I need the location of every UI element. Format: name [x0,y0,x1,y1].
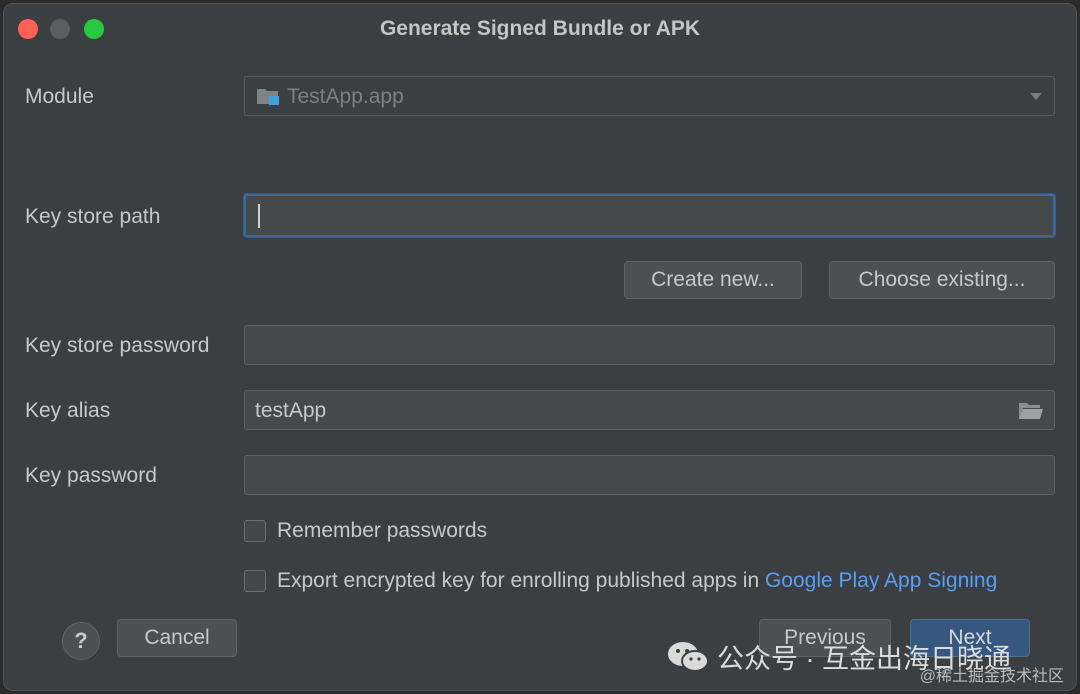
key-password-input[interactable] [244,455,1055,495]
cancel-button[interactable]: Cancel [117,619,237,657]
google-play-app-signing-link[interactable]: Google Play App Signing [765,569,997,592]
export-key-label[interactable]: Export encrypted key for enrolling publi… [277,569,997,593]
module-folder-icon [257,89,279,105]
key-alias-input[interactable]: testApp [244,390,1055,430]
help-button[interactable]: ? [62,622,100,660]
key-store-password-label: Key store password [25,334,210,357]
key-store-password-input[interactable] [244,325,1055,365]
create-new-button[interactable]: Create new... [624,261,802,299]
export-key-text: Export encrypted key for enrolling publi… [277,569,765,592]
title-bar: Generate Signed Bundle or APK [4,4,1076,54]
export-key-checkbox[interactable] [244,570,266,592]
remember-passwords-checkbox[interactable] [244,520,266,542]
dialog-title: Generate Signed Bundle or APK [379,17,701,40]
key-password-label: Key password [25,464,157,487]
dialog-window: Generate Signed Bundle or APK Module Tes… [3,3,1077,691]
module-select[interactable]: TestApp.app [244,76,1055,116]
text-caret [258,204,260,228]
choose-existing-button[interactable]: Choose existing... [829,261,1055,299]
key-alias-label: Key alias [25,399,111,422]
folder-open-icon[interactable] [1018,400,1044,420]
wechat-icon [668,641,709,672]
chevron-down-icon [1030,93,1042,100]
remember-passwords-label[interactable]: Remember passwords [277,519,487,543]
watermark-subtext: @稀土掘金技术社区 [919,668,1064,685]
key-alias-value: testApp [255,399,327,422]
module-value: TestApp.app [287,85,404,108]
module-label: Module [25,85,94,108]
key-store-path-label: Key store path [25,205,161,228]
key-store-path-input[interactable] [244,194,1055,237]
